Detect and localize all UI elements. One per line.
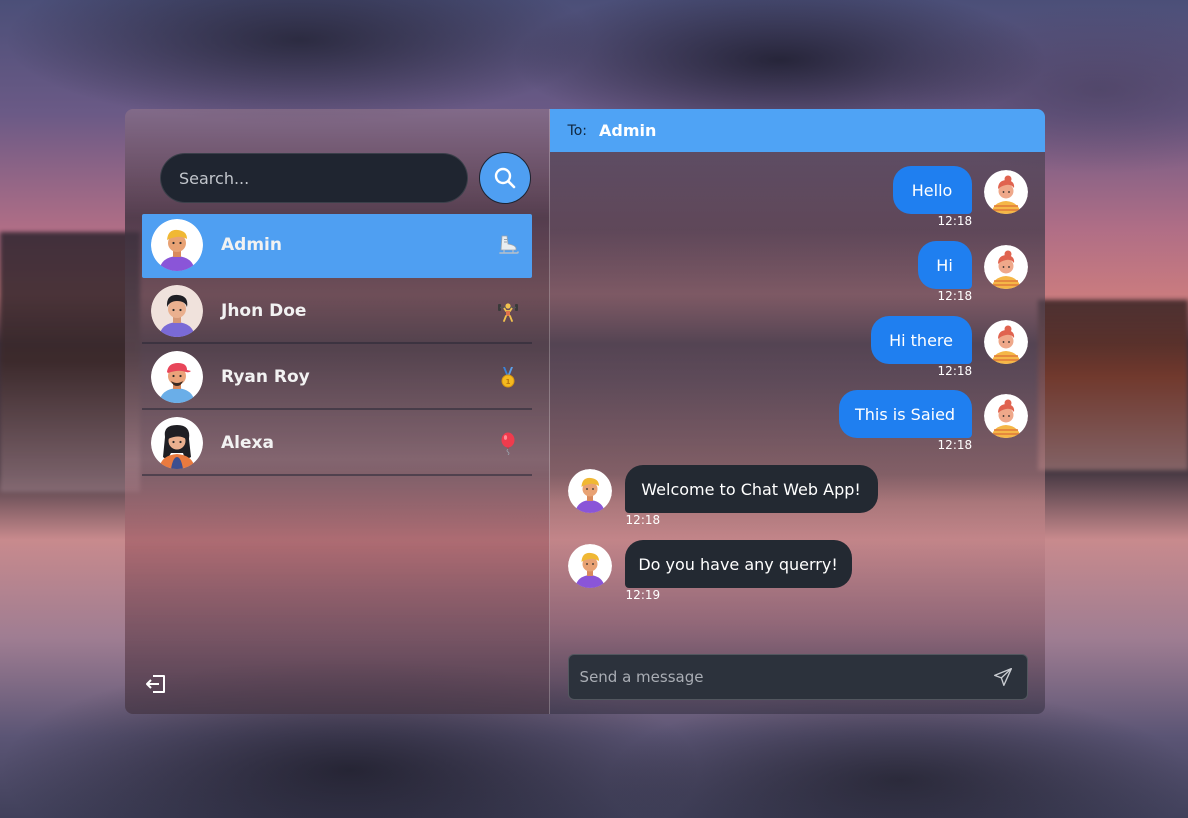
message-text: Hello (911, 180, 953, 200)
message-text: Welcome to Chat Web App! (641, 479, 861, 499)
search-input[interactable] (161, 154, 467, 202)
message-text: Hi there (889, 330, 953, 350)
search-button[interactable] (479, 152, 531, 204)
contact-name: Jhon Doe (221, 301, 307, 321)
message-bubble-outgoing: Hi (917, 241, 972, 289)
contact-name: Ryan Roy (221, 367, 310, 387)
message-time: 12:18 (937, 289, 973, 303)
avatar (983, 320, 1028, 364)
message-time: 12:18 (625, 513, 661, 527)
contact-name: Alexa (221, 433, 274, 453)
chat-panel: To: Admin Hello 12:18 Hi 12:18 Hi there … (549, 109, 1045, 714)
avatar (983, 394, 1028, 438)
recipient-name: Admin (599, 121, 657, 140)
message-bubble-outgoing: This is Saied (838, 390, 972, 438)
message-time: 12:18 (937, 364, 973, 378)
gold-medal-icon: 1 (496, 365, 520, 389)
avatar (151, 219, 203, 271)
background-trees-left (0, 232, 140, 492)
chat-app-window: Admin (125, 109, 1045, 714)
message-bubble-incoming: Do you have any querry! (624, 540, 852, 588)
message-text: Do you have any querry! (638, 554, 838, 574)
to-label: To: (567, 122, 588, 139)
contact-item-ryan-roy[interactable]: Ryan Roy 1 (142, 346, 532, 410)
logout-button[interactable] (144, 672, 168, 696)
contact-item-admin[interactable]: Admin (142, 214, 532, 278)
message-bubble-incoming: Welcome to Chat Web App! (624, 465, 878, 513)
logout-icon (146, 675, 165, 693)
send-icon (993, 668, 1012, 686)
message-time: 12:18 (937, 214, 973, 228)
chat-header: To: Admin (549, 109, 1045, 152)
avatar (983, 170, 1028, 214)
contact-item-alexa[interactable]: Alexa (142, 412, 532, 476)
message-text: This is Saied (855, 404, 956, 424)
search-icon (494, 167, 516, 189)
message-composer (567, 654, 1028, 700)
svg-text:1: 1 (506, 378, 511, 386)
avatar (151, 351, 203, 403)
balloon-icon (496, 431, 520, 455)
avatar (567, 469, 612, 513)
sidebar: Admin (125, 109, 550, 714)
contact-name: Admin (221, 235, 282, 255)
contact-list: Admin Jhon Doe Ryan Roy 1 Alexa (142, 214, 532, 478)
message-bubble-outgoing: Hello (892, 166, 972, 214)
avatar (567, 544, 612, 588)
avatar (151, 285, 203, 337)
message-time: 12:18 (937, 438, 973, 452)
weightlifter-icon (496, 299, 520, 323)
search-box (160, 153, 468, 203)
avatar (151, 417, 203, 469)
ice-skate-icon (496, 233, 520, 257)
message-text: Hi (936, 255, 953, 275)
background-trees-right (1038, 300, 1188, 470)
send-button[interactable] (991, 665, 1015, 689)
message-time: 12:19 (625, 588, 661, 602)
message-bubble-outgoing: Hi there (870, 316, 972, 364)
avatar (983, 245, 1028, 289)
contact-item-jhon-doe[interactable]: Jhon Doe (142, 280, 532, 344)
message-input[interactable] (568, 655, 991, 699)
